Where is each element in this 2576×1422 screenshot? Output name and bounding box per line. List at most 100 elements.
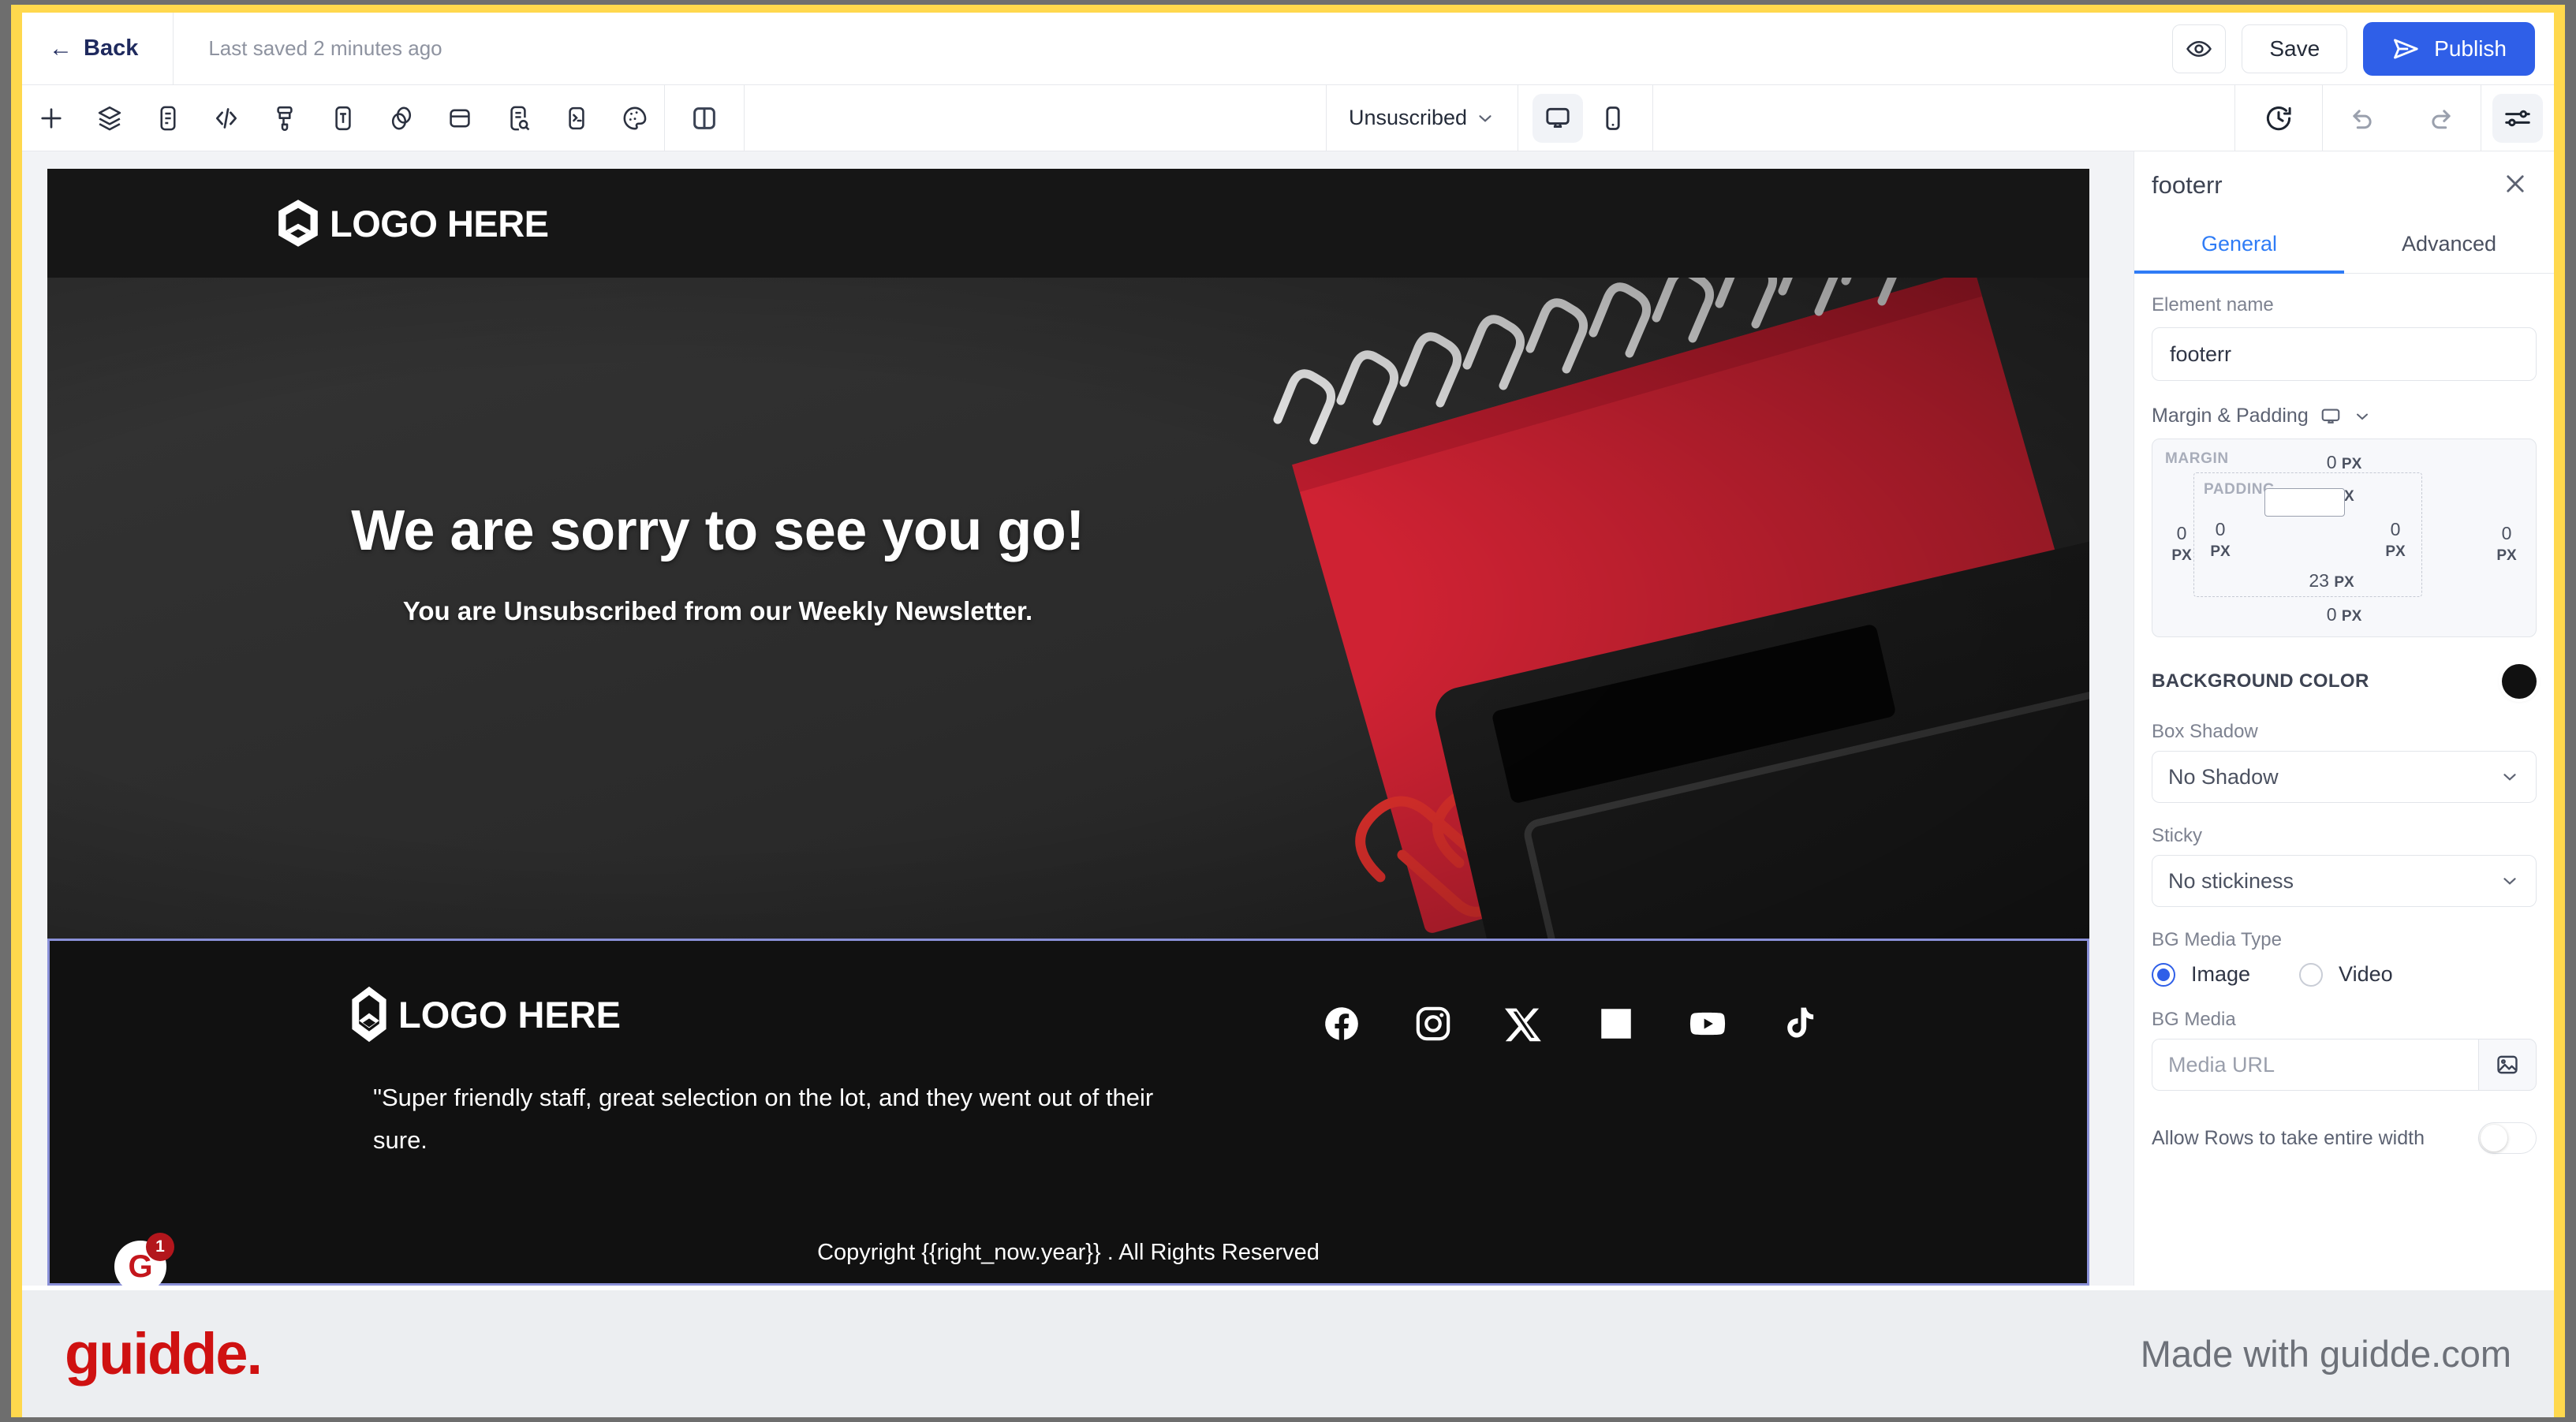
desktop-preview-button[interactable] xyxy=(1533,93,1583,143)
footer-logo-text: LOGO HERE xyxy=(398,993,622,1036)
panel-content: Element name footerr Margin & Padding MA… xyxy=(2134,274,2554,1154)
audience-value: Unsuscribed xyxy=(1349,106,1468,129)
avatar-comment-count: 1 xyxy=(146,1233,174,1261)
margin-padding-header: Margin & Padding xyxy=(2152,405,2537,427)
publish-button[interactable]: Publish xyxy=(2363,21,2535,76)
chevron-down-icon[interactable] xyxy=(2353,407,2372,426)
close-panel-button[interactable] xyxy=(2502,170,2529,201)
sticky-select[interactable]: No stickiness xyxy=(2152,855,2537,907)
blend-icon[interactable] xyxy=(372,85,431,151)
redo-icon[interactable] xyxy=(2402,85,2481,151)
preview-button[interactable] xyxy=(2172,24,2227,73)
brand-hexagon-icon xyxy=(352,986,386,1043)
radio-video[interactable] xyxy=(2299,962,2324,987)
top-bar: ← Back Last saved 2 minutes ago Save Pub… xyxy=(22,13,2554,85)
radio-image[interactable] xyxy=(2152,962,2175,987)
guidde-logo: guidde. xyxy=(65,1321,263,1387)
header-logo[interactable]: LOGO HERE xyxy=(276,199,549,248)
editor-toolbar: Unsuscribed xyxy=(22,84,2554,151)
allow-rows-toggle[interactable] xyxy=(2478,1122,2537,1154)
bg-media-picker-button[interactable] xyxy=(2478,1039,2537,1091)
margin-bottom-value[interactable]: 0 PX xyxy=(2152,604,2536,625)
toolbar-divider-2 xyxy=(744,84,745,151)
desktop-icon xyxy=(1546,107,1570,128)
tiktok-icon[interactable] xyxy=(1779,1004,1819,1043)
inspect-icon[interactable] xyxy=(489,85,547,151)
footer-testimonial[interactable]: "Super friendly staff, great selection o… xyxy=(50,1043,1154,1163)
email-header-block[interactable]: LOGO HERE xyxy=(47,169,2089,278)
close-icon xyxy=(2507,174,2524,192)
last-saved-status: Last saved 2 minutes ago xyxy=(208,36,442,60)
margin-top-value[interactable]: 0 PX xyxy=(2152,452,2536,473)
bg-media-type-label: BG Media Type xyxy=(2152,929,2282,950)
hero-heading: We are sorry to see you go! xyxy=(351,499,1085,562)
back-label: Back xyxy=(84,35,139,61)
tab-general[interactable]: General xyxy=(2134,219,2344,274)
sticky-value: No stickiness xyxy=(2168,868,2294,893)
background-color-swatch[interactable] xyxy=(2502,664,2537,699)
email-footer-block[interactable]: LOGO HERE "Super friendly staff, great s… xyxy=(47,939,2089,1286)
element-name-label: Element name xyxy=(2152,294,2274,315)
save-button[interactable]: Save xyxy=(2242,24,2348,73)
toolbar-divider-5 xyxy=(1652,84,1653,151)
desktop-icon[interactable] xyxy=(2320,405,2342,427)
box-model-editor[interactable]: MARGIN 0 PX 0PX 0PX 0 PX PADDING 23 PX 0… xyxy=(2152,439,2537,637)
undo-icon[interactable] xyxy=(2323,85,2402,151)
tab-advanced[interactable]: Advanced xyxy=(2344,219,2554,274)
margin-right-value[interactable]: 0 PX xyxy=(2488,523,2525,565)
canvas-scroll-area[interactable]: LOGO HERE We are sorry to see you go! Yo… xyxy=(22,151,2134,1286)
brush-icon[interactable] xyxy=(256,85,314,151)
margin-padding-label: Margin & Padding xyxy=(2152,405,2309,427)
app-root: ← Back Last saved 2 minutes ago Save Pub… xyxy=(22,13,2554,1417)
device-preview-toggle xyxy=(1518,85,1652,151)
text-icon[interactable] xyxy=(314,85,372,151)
hero-text-block[interactable]: We are sorry to see you go! You are Unsu… xyxy=(47,498,1388,626)
bg-media-input[interactable]: Media URL xyxy=(2152,1039,2478,1091)
palette-icon[interactable] xyxy=(606,85,664,151)
container-icon[interactable] xyxy=(431,85,489,151)
avatar[interactable]: G 1 xyxy=(114,1233,174,1286)
instagram-icon[interactable] xyxy=(1413,1004,1453,1043)
padding-bottom-value[interactable]: 23 PX xyxy=(2242,570,2421,592)
chevron-down-icon xyxy=(2503,774,2516,781)
allow-rows-row: Allow Rows to take entire width xyxy=(2152,1122,2537,1154)
element-name-input[interactable]: footerr xyxy=(2152,327,2537,381)
youtube-icon[interactable] xyxy=(1688,1004,1727,1043)
mobile-preview-button[interactable] xyxy=(1588,94,1638,143)
padding-left-value[interactable]: 0 PX xyxy=(2202,519,2238,561)
panel-title: footerr xyxy=(2152,171,2223,199)
radio-video-label: Video xyxy=(2339,962,2393,986)
header-logo-text: LOGO HERE xyxy=(330,202,549,244)
mobile-icon xyxy=(1606,106,1620,130)
layers-icon[interactable] xyxy=(80,85,139,151)
split-view-icon[interactable] xyxy=(665,85,744,151)
brand-hexagon-icon xyxy=(278,200,318,247)
linkedin-icon[interactable] xyxy=(1596,1004,1636,1043)
panel-tabs: General Advanced xyxy=(2134,219,2554,274)
editor-body: LOGO HERE We are sorry to see you go! Yo… xyxy=(22,151,2554,1286)
email-canvas[interactable]: LOGO HERE We are sorry to see you go! Yo… xyxy=(47,169,2089,1286)
content-block-icon[interactable] xyxy=(139,85,197,151)
send-icon xyxy=(2394,38,2418,59)
panel-settings-button[interactable] xyxy=(2492,93,2543,143)
audience-select[interactable]: Unsuscribed xyxy=(1327,85,1518,151)
image-picker-icon xyxy=(2497,1055,2518,1074)
footer-social-links xyxy=(1322,985,1819,1043)
padding-right-value[interactable]: 0 PX xyxy=(2377,519,2414,561)
add-icon[interactable] xyxy=(22,85,80,151)
terminal-icon[interactable] xyxy=(547,85,606,151)
back-button[interactable]: ← Back xyxy=(22,13,174,85)
sliders-icon xyxy=(2505,110,2530,126)
content-box xyxy=(2264,488,2345,517)
code-icon[interactable] xyxy=(197,85,256,151)
panel-header: footerr xyxy=(2134,151,2554,219)
box-shadow-select[interactable]: No Shadow xyxy=(2152,751,2537,803)
x-twitter-icon[interactable] xyxy=(1505,1004,1544,1043)
footer-logo[interactable]: LOGO HERE xyxy=(348,985,621,1043)
email-hero-block[interactable]: We are sorry to see you go! You are Unsu… xyxy=(47,278,2089,939)
bg-media-row: Media URL xyxy=(2152,1039,2537,1091)
footer-copyright[interactable]: Copyright {{right_now.year}} . All Right… xyxy=(50,1240,2087,1266)
chevron-down-icon xyxy=(1479,114,1491,122)
facebook-icon[interactable] xyxy=(1322,1004,1361,1043)
history-clock-icon[interactable] xyxy=(2235,85,2322,151)
